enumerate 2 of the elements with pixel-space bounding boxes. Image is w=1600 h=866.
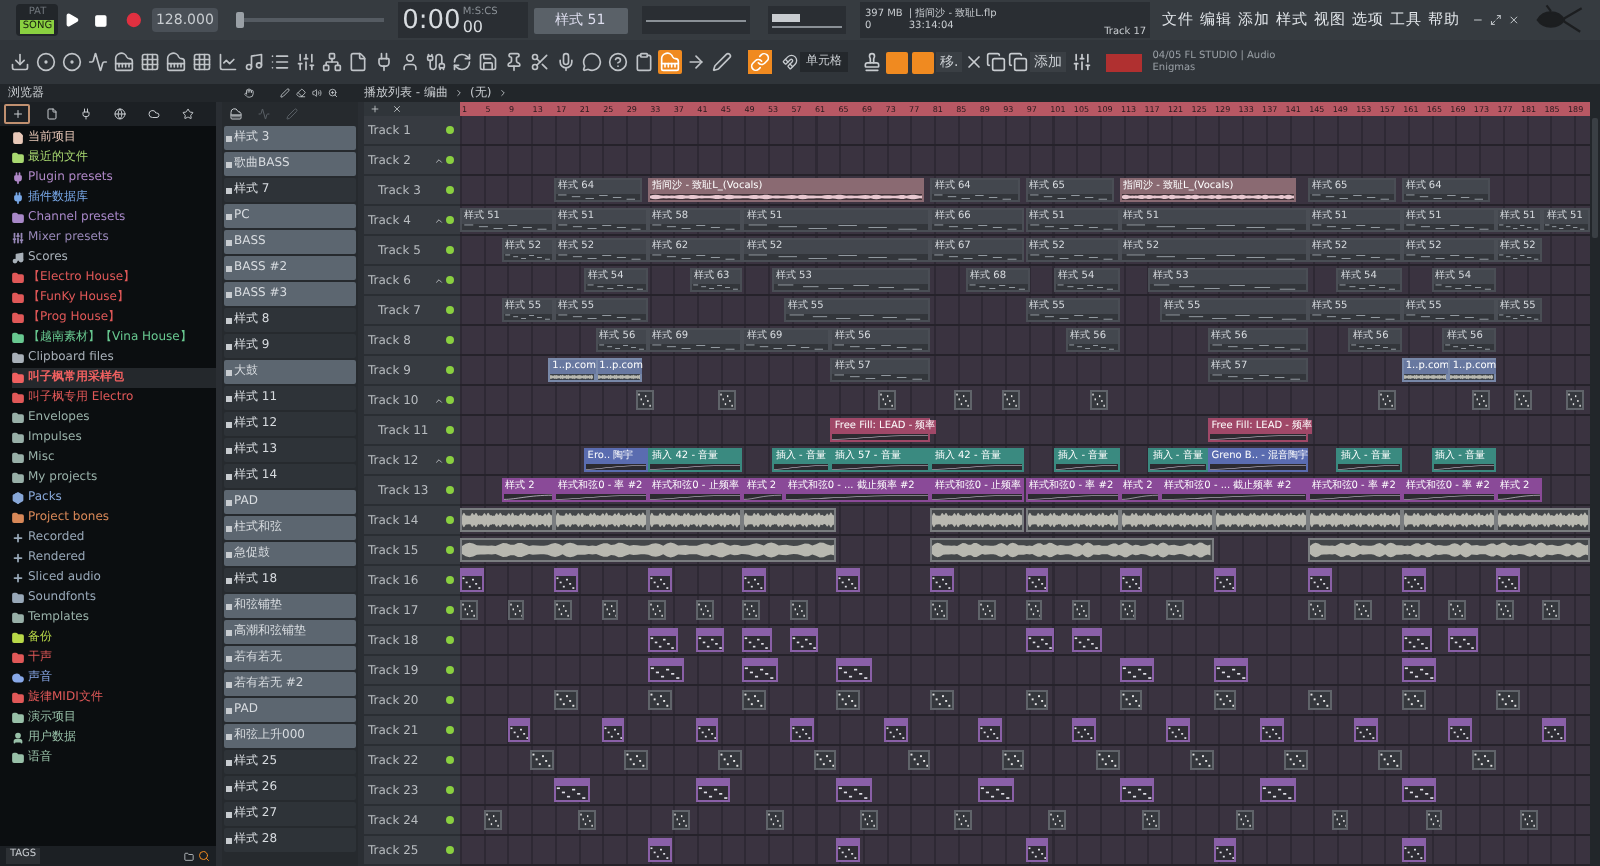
time-centiseconds: 00: [462, 18, 484, 38]
time-value: 0:00: [402, 6, 461, 38]
